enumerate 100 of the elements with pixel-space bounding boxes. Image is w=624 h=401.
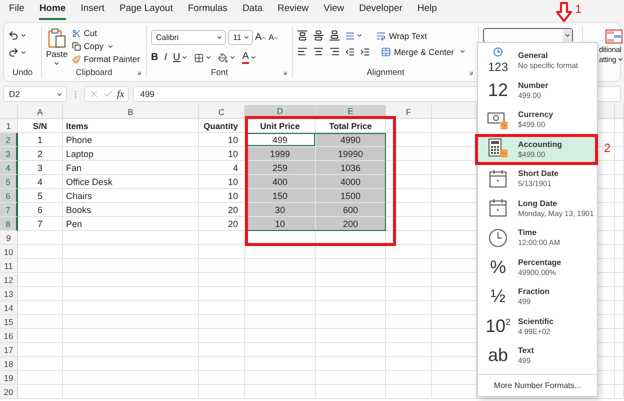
format-symbol: ab — [488, 345, 508, 366]
name-box[interactable]: D2 — [3, 86, 67, 102]
row-header[interactable]: 20 — [0, 385, 18, 399]
increase-indent-icon[interactable] — [360, 46, 370, 56]
copy-button[interactable]: Copy — [72, 41, 104, 51]
row-header[interactable]: 16 — [0, 329, 18, 343]
row-header[interactable]: 12 — [0, 273, 18, 287]
row-header[interactable]: 1 — [0, 119, 18, 133]
launcher-icon[interactable] — [282, 70, 288, 76]
column-header[interactable]: F — [386, 105, 432, 119]
row-header[interactable]: 3 — [0, 147, 18, 161]
italic-button[interactable]: I — [164, 52, 168, 63]
align-left-icon[interactable] — [297, 46, 308, 57]
table-cell[interactable]: 4000 — [316, 175, 386, 189]
table-cell[interactable]: 150 — [245, 189, 316, 203]
row-header[interactable]: 4 — [0, 161, 18, 175]
menu-tab[interactable]: Page Layout — [119, 0, 173, 20]
row-header[interactable]: 11 — [0, 259, 18, 273]
launcher-icon[interactable] — [468, 70, 474, 76]
merge-center-button[interactable]: Merge & Center — [381, 46, 454, 56]
font-size-field[interactable]: 11 — [228, 30, 253, 45]
table-cell[interactable]: 1999 — [245, 147, 316, 161]
caret-icon — [459, 48, 466, 55]
wrap-text-button[interactable]: Wrap Text — [376, 30, 427, 40]
row-header[interactable]: 5 — [0, 175, 18, 189]
table-cell[interactable]: 4990 — [316, 133, 386, 147]
underline-button[interactable]: U — [173, 52, 180, 63]
table-cell[interactable]: 1500 — [316, 189, 386, 203]
column-header[interactable]: C — [199, 105, 245, 119]
clipboard-icon[interactable] — [48, 28, 66, 48]
cut-button[interactable]: Cut — [72, 28, 97, 38]
decrease-indent-icon[interactable] — [345, 46, 355, 56]
menu-tab[interactable]: View — [324, 0, 344, 20]
bold-button[interactable]: B — [151, 52, 158, 63]
grow-font-button[interactable]: A — [255, 32, 262, 43]
menu-tab[interactable]: Review — [278, 0, 309, 20]
table-cell[interactable]: 400 — [245, 175, 316, 189]
row-header[interactable]: 14 — [0, 301, 18, 315]
row-header[interactable]: 17 — [0, 343, 18, 357]
insert-function-button[interactable]: fx — [117, 88, 124, 100]
row-header[interactable]: 15 — [0, 315, 18, 329]
align-right-icon[interactable] — [329, 46, 340, 57]
caret-icon — [356, 32, 363, 39]
table-cell[interactable]: 200 — [316, 217, 386, 231]
scissors-icon — [72, 28, 81, 38]
middle-align-icon[interactable] — [313, 30, 324, 41]
caret-icon — [20, 49, 27, 56]
caret-icon — [56, 90, 63, 98]
row-header[interactable]: 10 — [0, 245, 18, 259]
dropdown-button[interactable] — [563, 29, 572, 42]
menu-tab[interactable]: Formulas — [188, 0, 228, 20]
more-formats-link[interactable]: More Number Formats... — [494, 381, 582, 390]
format-name: Accounting — [518, 140, 562, 149]
group-label: Clipboard — [76, 67, 112, 77]
merge-cells-icon — [381, 46, 391, 56]
row-header[interactable]: 7 — [0, 203, 18, 217]
orientation-icon[interactable] — [345, 30, 355, 40]
format-name: General — [518, 51, 549, 60]
format-painter-button[interactable]: Format Painter — [72, 54, 140, 64]
borders-icon[interactable] — [194, 52, 204, 62]
number-format-field[interactable] — [483, 28, 573, 43]
row-header[interactable]: 9 — [0, 231, 18, 245]
font-name-field[interactable]: Calibri — [151, 30, 226, 45]
row-header[interactable]: 13 — [0, 287, 18, 301]
caret-icon — [216, 34, 223, 41]
menu-tab[interactable]: Insert — [80, 0, 104, 20]
calendar-icon — [488, 168, 508, 189]
row-header[interactable]: 2 — [0, 133, 18, 147]
menu-tab[interactable]: Data — [242, 0, 263, 20]
shrink-font-button[interactable]: A — [268, 32, 274, 43]
menu-tab[interactable]: File — [9, 0, 24, 20]
table-cell[interactable]: 30 — [245, 203, 316, 217]
row-header[interactable]: 8 — [0, 217, 18, 231]
menu-tab[interactable]: Help — [417, 0, 437, 20]
row-header[interactable]: 19 — [0, 371, 18, 385]
table-cell[interactable]: 600 — [316, 203, 386, 217]
font-color-button[interactable]: A — [242, 51, 249, 64]
menu-tab[interactable]: Developer — [359, 0, 402, 20]
redo-icon[interactable] — [8, 47, 19, 58]
column-header[interactable]: B — [63, 105, 199, 119]
banknote-coins-icon — [487, 110, 509, 130]
bottom-align-icon[interactable] — [329, 30, 340, 41]
paste-button[interactable]: Paste — [46, 49, 68, 59]
table-cell[interactable]: 259 — [245, 161, 316, 175]
menu-tab[interactable]: Home — [39, 0, 66, 20]
table-cell[interactable]: 19990 — [316, 147, 386, 161]
group-label: Alignment — [366, 67, 404, 77]
align-center-icon[interactable] — [313, 46, 324, 57]
table-cell[interactable]: 1036 — [316, 161, 386, 175]
launcher-icon[interactable] — [136, 70, 142, 76]
row-header[interactable]: 6 — [0, 189, 18, 203]
undo-icon[interactable] — [8, 30, 19, 41]
row-header[interactable]: 18 — [0, 357, 18, 371]
column-header[interactable]: A — [18, 105, 63, 119]
annotation-number: 1 — [575, 2, 582, 16]
top-align-icon[interactable] — [297, 30, 308, 41]
caret-icon — [229, 54, 236, 61]
caret-icon — [181, 54, 188, 61]
fill-color-icon[interactable] — [218, 52, 228, 62]
conditional-formatting-icon[interactable] — [605, 29, 623, 44]
